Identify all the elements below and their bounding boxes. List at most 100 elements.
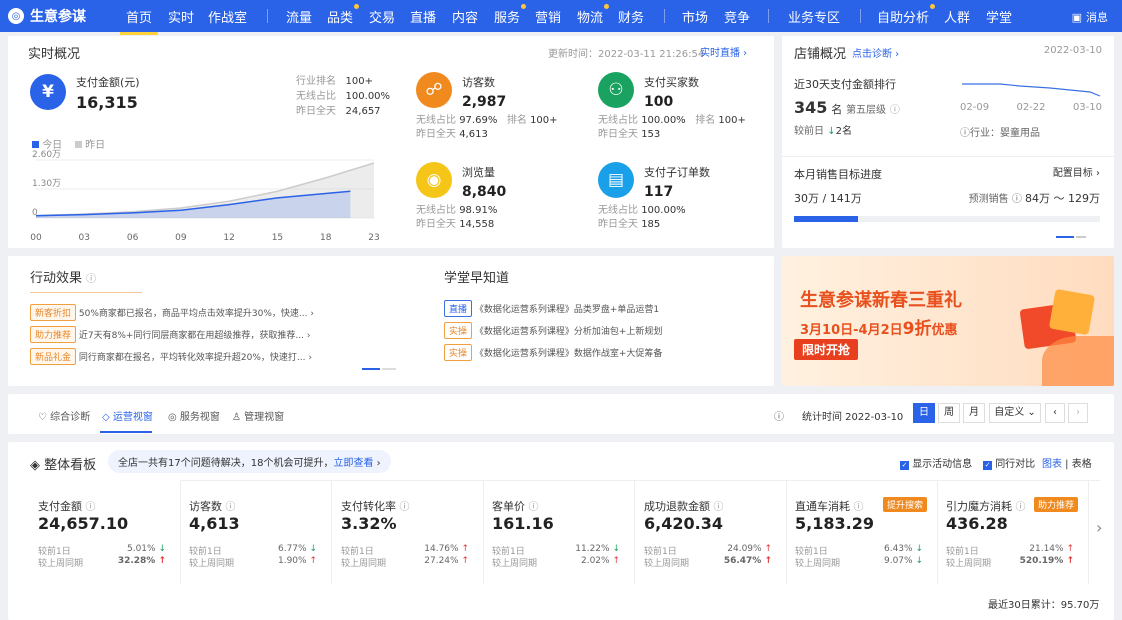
period-week[interactable]: 周: [938, 403, 960, 423]
period-day[interactable]: 日: [913, 403, 935, 423]
prev-period-button[interactable]: ‹: [1045, 403, 1065, 423]
help-icon[interactable]: ⓘ: [86, 502, 96, 513]
metric-value: 117: [644, 184, 674, 200]
stat-label: 无线占比: [416, 115, 456, 126]
period-custom[interactable]: 自定义 ⌄: [989, 403, 1041, 423]
pager-dot[interactable]: [382, 368, 396, 370]
pager-dot[interactable]: [1056, 236, 1074, 238]
learn-item[interactable]: 直播 《数据化运营系列课程》品类罗盘+单品运营1: [444, 300, 659, 317]
action-item[interactable]: 助力推荐 近7天有8%+同行同层商家都在用超级推荐，获取推荐... ›: [30, 326, 330, 343]
nav-realtime[interactable]: 实时: [168, 7, 194, 26]
kpi-value: 6,420.34: [644, 514, 723, 533]
nav-school[interactable]: 学堂: [986, 7, 1012, 26]
help-icon[interactable]: ⓘ: [714, 502, 724, 513]
help-icon[interactable]: ⓘ: [226, 502, 236, 513]
message-button[interactable]: ▣ 消息: [1072, 9, 1108, 25]
arrow-down-icon: ↓: [827, 126, 836, 137]
target-value: 30万 / 141万: [794, 192, 862, 205]
footprint-icon: ☍: [416, 72, 452, 108]
new-dot: [604, 4, 610, 9]
nav-compete[interactable]: 竞争: [724, 7, 750, 26]
compare-value: 9.07%: [883, 556, 913, 566]
diagnose-link[interactable]: 点击诊断 ›: [852, 45, 899, 60]
nav-finance[interactable]: 财务: [618, 7, 644, 26]
help-icon[interactable]: ⓘ: [1016, 502, 1026, 513]
kpi-name: 访客数 ⓘ: [189, 498, 236, 514]
kpi-label: 成功退款金额: [644, 500, 710, 513]
kpi-compare-week: 较上周同期 520.19% ↑: [946, 556, 1074, 569]
action-item[interactable]: 新品礼金 同行商家都在报名，平均转化效率提升超20%，快速打... ›: [30, 348, 330, 365]
brand[interactable]: ◎ 生意参谋: [8, 6, 112, 26]
help-icon[interactable]: ⓘ: [890, 105, 900, 116]
nav-logistics[interactable]: 物流: [577, 4, 610, 26]
kpi-badge[interactable]: 助力推荐: [1034, 497, 1079, 512]
nav-warroom[interactable]: 作战室: [208, 7, 247, 26]
kpi-tile[interactable]: 客单价 ⓘ 161.16 较前1日 11.22% ↓ 较上周同期 2.02% ↑: [484, 480, 635, 584]
period-month[interactable]: 月: [963, 403, 985, 423]
nav-crowd[interactable]: 人群: [944, 7, 970, 26]
action-item[interactable]: 新客折扣 50%商家都已报名，商品平均点击效率提升30%，快速... ›: [30, 304, 330, 321]
kpi-badge[interactable]: 提升搜索: [883, 497, 928, 512]
view-chart[interactable]: 图表: [1042, 459, 1062, 470]
kpi-tile[interactable]: 成功退款金额 ⓘ 6,420.34 较前1日 24.09% ↑ 较上周同期 56.47% …: [636, 480, 787, 584]
scroll-right-button[interactable]: ›: [1096, 518, 1102, 537]
tab-service[interactable]: ◎ 服务视窗: [168, 408, 220, 423]
nav-traffic[interactable]: 流量: [286, 7, 312, 26]
nav-market[interactable]: 市场: [682, 7, 708, 26]
live-link-label: 实时直播: [700, 48, 740, 59]
kpi-tile[interactable]: 直通车消耗 ⓘ 提升搜索 5,183.29 较前1日 6.43% ↓ 较上周同期 9.07%…: [787, 480, 938, 584]
next-period-button[interactable]: ›: [1068, 403, 1088, 423]
card-title: 行动效果: [30, 271, 83, 286]
help-icon[interactable]: ⓘ: [854, 502, 864, 513]
yuan-icon: ¥: [30, 74, 66, 110]
help-icon[interactable]: ⓘ: [400, 502, 410, 513]
nav-category[interactable]: 品类: [327, 4, 360, 26]
nav-content[interactable]: 内容: [452, 7, 478, 26]
learn-tag: 实操: [444, 322, 473, 339]
show-activity-checkbox[interactable]: ✓ 显示活动信息: [900, 455, 972, 470]
notice-link[interactable]: 立即查看: [333, 458, 373, 469]
promo-banner[interactable]: 生意参谋新春三重礼 3月10日-4月2日9折优惠 限时开抢: [782, 256, 1114, 386]
nav-live[interactable]: 直播: [410, 7, 436, 26]
peer-compare-checkbox[interactable]: ✓ 同行对比: [983, 455, 1035, 470]
compare-label: 较上周同期: [341, 559, 387, 569]
live-link[interactable]: 实时直播 ›: [700, 44, 747, 59]
stat-value: 100+: [345, 76, 374, 87]
tab-operation[interactable]: ◇ 运营视窗: [102, 408, 153, 423]
kpi-tile[interactable]: 支付转化率 ⓘ 3.32% 较前1日 14.76% ↑ 较上周同期 27.24% ↑: [333, 480, 484, 584]
learn-item[interactable]: 实操 《数据化运营系列课程》数据作战室+大促筹备: [444, 344, 662, 361]
compare-label: 较上周同期: [795, 559, 841, 569]
stat-label: 昨日全天: [296, 106, 336, 117]
tab-diagnosis[interactable]: ♡ 综合诊断: [38, 408, 90, 423]
kpi-compare-week: 较上周同期 27.24% ↑: [341, 556, 469, 569]
nav-trade[interactable]: 交易: [369, 7, 395, 26]
nav-service[interactable]: 服务: [494, 4, 527, 26]
tab-management[interactable]: ♙ 管理视窗: [232, 408, 284, 423]
learn-item[interactable]: 实操 《数据化运营系列课程》分析加油包+上新规划: [444, 322, 662, 339]
kpi-label: 引力魔方消耗: [946, 500, 1012, 513]
kpi-tile[interactable]: 访客数 ⓘ 4,613 较前1日 6.77% ↓ 较上周同期 1.90% ↑: [181, 480, 332, 584]
config-target-link[interactable]: 配置目标 ›: [1053, 164, 1100, 179]
learn-text: 《数据化运营系列课程》品类罗盘+单品运营1: [474, 305, 660, 315]
arrow-up-icon: ↑: [612, 556, 620, 566]
date-tick: 02-09: [960, 102, 990, 113]
pager-dot[interactable]: [1076, 236, 1086, 238]
x-tick-label: 03: [79, 233, 90, 243]
nav-selfanalysis[interactable]: 自助分析: [877, 4, 936, 26]
compare-label: 较上周同期: [644, 559, 690, 569]
kpi-tile[interactable]: 引力魔方消耗 ⓘ 助力推荐 436.28 较前1日 21.14% ↑ 较上周同期 520.1…: [938, 480, 1089, 584]
nav-divider: [768, 9, 769, 23]
kpi-compare-week: 较上周同期 2.02% ↑: [492, 556, 620, 569]
nav-business[interactable]: 业务专区: [788, 7, 840, 26]
help-icon[interactable]: ⓘ: [86, 274, 96, 285]
help-icon[interactable]: ⓘ: [774, 408, 784, 423]
learn-text: 《数据化运营系列课程》数据作战室+大促筹备: [474, 349, 663, 359]
kpi-tile[interactable]: 支付金额 ⓘ 24,657.10 较前1日 5.01% ↓ 较上周同期 32.28% ↑: [30, 480, 181, 584]
tab-label: 综合诊断: [50, 412, 91, 423]
banner-button[interactable]: 限时开抢: [794, 339, 859, 360]
nav-marketing[interactable]: 营销: [535, 7, 561, 26]
pager-dot[interactable]: [362, 368, 380, 370]
help-icon[interactable]: ⓘ: [529, 502, 539, 513]
view-table[interactable]: 表格: [1072, 459, 1092, 470]
nav-home[interactable]: 首页: [119, 7, 159, 35]
